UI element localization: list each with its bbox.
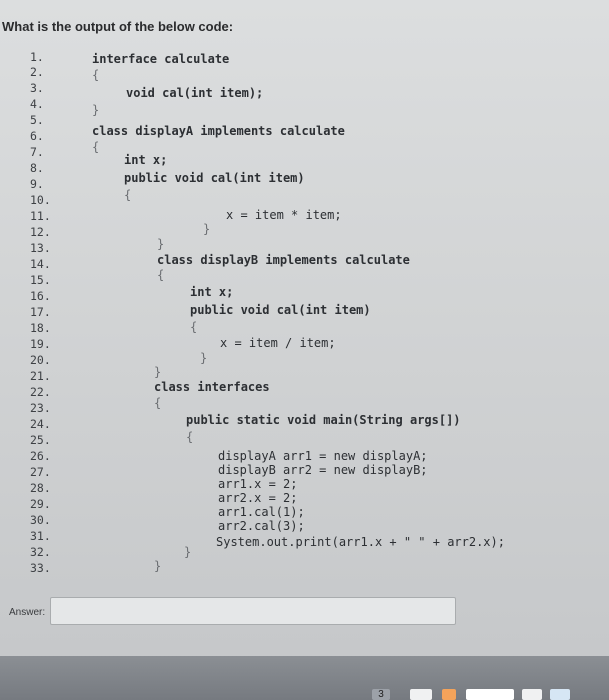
code-line: class interfaces bbox=[154, 380, 270, 394]
line-number: 5. bbox=[30, 113, 44, 127]
line-number: 26. bbox=[30, 449, 51, 463]
code-line: public void cal(int item) bbox=[124, 171, 305, 185]
line-number: 19. bbox=[30, 337, 51, 351]
line-number: 27. bbox=[30, 465, 51, 479]
code-line: } bbox=[154, 559, 162, 573]
code-line: interface calculate bbox=[92, 52, 230, 66]
code-line: arr2.x = 2; bbox=[218, 491, 298, 505]
line-number: 10. bbox=[30, 193, 51, 207]
taskbar-app-icon[interactable] bbox=[522, 689, 542, 700]
code-line: } bbox=[203, 222, 211, 236]
code-line: x = item / item; bbox=[220, 336, 336, 350]
line-number: 3. bbox=[30, 81, 44, 95]
code-line: { bbox=[186, 430, 194, 444]
line-number: 12. bbox=[30, 225, 51, 239]
code-line: class displayA implements calculate bbox=[92, 124, 345, 138]
line-number: 15. bbox=[30, 273, 51, 287]
line-number: 25. bbox=[30, 433, 51, 447]
line-number: 24. bbox=[30, 417, 51, 431]
answer-input[interactable] bbox=[50, 597, 456, 625]
taskbar-app-icon[interactable] bbox=[550, 689, 570, 700]
code-line: } bbox=[92, 103, 100, 117]
line-number: 29. bbox=[30, 497, 51, 511]
code-line: { bbox=[157, 268, 165, 282]
code-line: } bbox=[154, 365, 162, 379]
code-line: public void cal(int item) bbox=[190, 303, 371, 317]
line-number: 13. bbox=[30, 241, 51, 255]
code-line: displayB arr2 = new displayB; bbox=[218, 463, 428, 477]
line-number: 17. bbox=[30, 305, 51, 319]
line-number: 16. bbox=[30, 289, 51, 303]
line-number: 9. bbox=[30, 177, 44, 191]
line-number: 28. bbox=[30, 481, 51, 495]
code-line: x = item * item; bbox=[226, 208, 342, 222]
code-line: arr2.cal(3); bbox=[218, 519, 305, 533]
taskbar-app-icon[interactable] bbox=[442, 689, 456, 700]
code-line: { bbox=[124, 188, 132, 202]
taskbar-badge[interactable]: 3 bbox=[372, 689, 390, 700]
line-number: 14. bbox=[30, 257, 51, 271]
line-number: 6. bbox=[30, 129, 44, 143]
question-title: What is the output of the below code: bbox=[2, 19, 234, 34]
taskbar-app-icon[interactable] bbox=[466, 689, 514, 700]
code-line: displayA arr1 = new displayA; bbox=[218, 449, 428, 463]
answer-label: Answer: bbox=[9, 607, 46, 618]
line-number: 18. bbox=[30, 321, 51, 335]
code-line: void cal(int item); bbox=[126, 86, 264, 100]
line-number: 30. bbox=[30, 513, 51, 527]
code-line: { bbox=[92, 68, 100, 82]
code-block: 1. 2. 3. 4. 5. 6. 7. 8. 9. 10. 11. 12. 1… bbox=[0, 40, 609, 590]
code-line: } bbox=[184, 545, 192, 559]
code-line: int x; bbox=[124, 153, 168, 167]
line-number: 11. bbox=[30, 209, 51, 223]
line-number: 8. bbox=[30, 161, 44, 175]
quiz-screen: What is the output of the below code: 1.… bbox=[0, 0, 609, 656]
line-number: 32. bbox=[30, 545, 51, 559]
code-line: { bbox=[154, 396, 162, 410]
line-number: 23. bbox=[30, 401, 51, 415]
code-line: } bbox=[200, 351, 208, 365]
line-number: 1. bbox=[30, 50, 44, 64]
line-number: 2. bbox=[30, 65, 44, 79]
code-line: class displayB implements calculate bbox=[157, 253, 410, 267]
line-number: 21. bbox=[30, 369, 51, 383]
code-line: System.out.print(arr1.x + " " + arr2.x); bbox=[216, 535, 505, 549]
line-number: 33. bbox=[30, 561, 51, 575]
line-number: 31. bbox=[30, 529, 51, 543]
code-line: public static void main(String args[]) bbox=[186, 413, 461, 427]
code-line: { bbox=[92, 140, 100, 154]
line-number: 22. bbox=[30, 385, 51, 399]
line-number: 7. bbox=[30, 145, 44, 159]
code-line: } bbox=[157, 237, 165, 251]
line-number: 20. bbox=[30, 353, 51, 367]
code-line: { bbox=[190, 320, 198, 334]
line-number: 4. bbox=[30, 97, 44, 111]
taskbar: 3 bbox=[0, 656, 609, 700]
code-line: arr1.cal(1); bbox=[218, 505, 305, 519]
taskbar-app-icon[interactable] bbox=[410, 689, 432, 700]
code-line: arr1.x = 2; bbox=[218, 477, 298, 491]
code-line: int x; bbox=[190, 285, 234, 299]
